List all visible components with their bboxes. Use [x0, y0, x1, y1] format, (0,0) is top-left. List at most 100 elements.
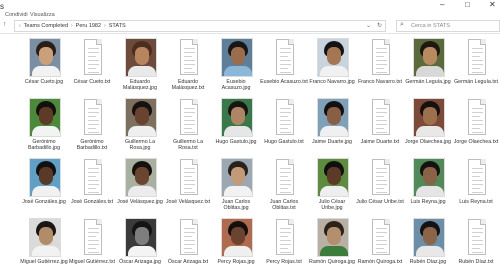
minimize-button[interactable]: – [440, 1, 444, 9]
photo-thumbnail [317, 38, 349, 77]
text-file-item[interactable]: José Gonzáles.txt [68, 158, 116, 220]
breadcrumb-chevron-icon[interactable]: › [19, 23, 21, 29]
text-file-icon [461, 158, 493, 197]
file-name-label: Eduardo Malásquez.jpg [122, 79, 158, 92]
text-file-icon [365, 218, 397, 257]
text-file-item[interactable]: Julio César Uribe.txt [356, 158, 404, 220]
file-name-label: Jorge Olaechea.jpg [405, 139, 451, 145]
text-file-item[interactable]: Franco Navarro.txt [356, 38, 404, 100]
title-bar: s Condividi Visualizza – □ ✕ [0, 0, 500, 18]
image-file-item[interactable]: Guillermo La Rosa.jpg [116, 98, 164, 160]
image-file-item[interactable]: Luis Reyna.jpg [404, 158, 452, 220]
search-input[interactable]: ⌕ Cerca in STATS [396, 20, 500, 32]
file-name-label: Miguel Gutiérrez.txt [69, 259, 115, 265]
text-file-icon [269, 38, 301, 77]
window-menu-icon[interactable]: s [0, 2, 4, 11]
up-arrow-icon[interactable]: ↑ [3, 21, 7, 28]
text-file-item[interactable]: Ramón Quiroga.txt [356, 218, 404, 274]
file-name-label: Julio César Uribe.txt [356, 199, 404, 205]
breadcrumb-stats[interactable]: STATS [109, 23, 126, 29]
image-file-item[interactable]: Jaime Duarte.jpg [308, 98, 356, 160]
text-file-item[interactable]: José Velásquez.txt [164, 158, 212, 220]
file-name-label: César Cueto.txt [73, 79, 111, 85]
text-file-item[interactable]: Jaime Duarte.txt [356, 98, 404, 160]
file-name-label: Percy Rojas.txt [266, 259, 302, 265]
address-dropdown-icon[interactable]: ⌄ [366, 22, 371, 29]
text-file-item[interactable]: Óscar Arizaga.txt [164, 218, 212, 274]
search-icon: ⌕ [400, 21, 404, 28]
file-name-label: José Velásquez.jpg [117, 199, 163, 205]
photo-thumbnail [29, 158, 61, 197]
text-file-item[interactable]: Eusebio Acasuzo.txt [260, 38, 308, 100]
photo-thumbnail [413, 218, 445, 257]
text-file-item[interactable]: Eduardo Malásquez.txt [164, 38, 212, 100]
text-file-item[interactable]: César Cueto.txt [68, 38, 116, 100]
text-file-item[interactable]: Rubén Díaz.txt [452, 218, 500, 274]
photo-thumbnail [221, 158, 253, 197]
file-name-label: Gerónimo Barbadillo.txt [76, 139, 108, 152]
text-file-icon [365, 98, 397, 137]
image-file-item[interactable]: Percy Rojas.jpg [212, 218, 260, 274]
image-file-item[interactable]: Jorge Olaechea.jpg [404, 98, 452, 160]
file-name-label: Luis Reyna.txt [459, 199, 493, 205]
file-name-label: Ramón Quiroga.txt [357, 259, 403, 265]
address-row: ↑ › Teams Completed › Peru 1982 › STATS … [0, 18, 500, 34]
text-file-item[interactable]: Juan Carlos Oblitas.txt [260, 158, 308, 220]
text-file-icon [77, 218, 109, 257]
text-file-item[interactable]: Luis Reyna.txt [452, 158, 500, 220]
text-file-item[interactable]: Percy Rojas.txt [260, 218, 308, 274]
text-file-icon [365, 38, 397, 77]
text-file-icon [365, 158, 397, 197]
image-file-item[interactable]: Germán Leguía.jpg [404, 38, 452, 100]
close-button[interactable]: ✕ [489, 1, 496, 9]
file-name-label: Eusebio Acasuzo.txt [260, 79, 308, 85]
file-name-label: Guillermo La Rosa.jpg [124, 139, 156, 152]
breadcrumb-chevron-icon[interactable]: › [104, 23, 106, 29]
image-file-item[interactable]: José Velásquez.jpg [116, 158, 164, 220]
text-file-item[interactable]: Hugo Gastulo.txt [260, 98, 308, 160]
maximize-button[interactable]: □ [465, 1, 470, 9]
image-file-item[interactable]: Franco Navarro.jpg [308, 38, 356, 100]
image-file-item[interactable]: Ramón Quiroga.jpg [308, 218, 356, 274]
image-file-item[interactable]: Rubén Díaz.jpg [404, 218, 452, 274]
address-bar[interactable]: › Teams Completed › Peru 1982 › STATS ⌄ … [14, 20, 386, 32]
image-file-item[interactable]: Eusebio Acasuzo.jpg [212, 38, 260, 100]
image-file-item[interactable]: Miguel Gutiérrez.jpg [20, 218, 68, 274]
text-file-item[interactable]: Germán Leguía.txt [452, 38, 500, 100]
text-file-icon [77, 38, 109, 77]
photo-thumbnail [317, 98, 349, 137]
photo-thumbnail [413, 98, 445, 137]
text-file-item[interactable]: Guillermo La Rosa.txt [164, 98, 212, 160]
breadcrumb-teams-completed[interactable]: Teams Completed [24, 23, 68, 29]
file-name-label: Óscar Arizaga.txt [167, 259, 209, 265]
image-file-item[interactable]: Eduardo Malásquez.jpg [116, 38, 164, 100]
image-file-item[interactable]: Juan Carlos Oblitas.jpg [212, 158, 260, 220]
text-file-icon [173, 218, 205, 257]
file-name-label: Franco Navarro.txt [358, 79, 402, 85]
image-file-item[interactable]: César Cueto.jpg [20, 38, 68, 100]
file-name-label: Ramón Quiroga.jpg [309, 259, 355, 265]
image-file-item[interactable]: José Gonzáles.jpg [20, 158, 68, 220]
breadcrumb-peru-1982[interactable]: Peru 1982 [76, 23, 101, 29]
photo-thumbnail [413, 158, 445, 197]
photo-thumbnail [413, 38, 445, 77]
image-file-item[interactable]: Gerónimo Barbadillo.jpg [20, 98, 68, 160]
photo-thumbnail [317, 218, 349, 257]
breadcrumb-chevron-icon[interactable]: › [71, 23, 73, 29]
text-file-item[interactable]: Jorge Olaechea.txt [452, 98, 500, 160]
file-name-label: Eusebio Acasuzo.jpg [221, 79, 251, 92]
image-file-item[interactable]: Hugo Gastulo.jpg [212, 98, 260, 160]
breadcrumb: › Teams Completed › Peru 1982 › STATS [19, 23, 126, 29]
file-name-label: José Velásquez.txt [165, 199, 211, 205]
file-name-label: Germán Leguía.jpg [405, 79, 451, 85]
text-file-item[interactable]: Gerónimo Barbadillo.txt [68, 98, 116, 160]
photo-thumbnail [221, 98, 253, 137]
file-name-label: Eduardo Malásquez.txt [171, 79, 205, 92]
file-name-label: Juan Carlos Oblitas.jpg [221, 199, 251, 212]
refresh-icon[interactable]: ↻ [377, 22, 382, 29]
image-file-item[interactable]: Óscar Arizaga.jpg [116, 218, 164, 274]
text-file-item[interactable]: Miguel Gutiérrez.txt [68, 218, 116, 274]
image-file-item[interactable]: Julio César Uribe.jpg [308, 158, 356, 220]
file-name-label: Rubén Díaz.jpg [409, 259, 447, 265]
text-file-icon [461, 98, 493, 137]
